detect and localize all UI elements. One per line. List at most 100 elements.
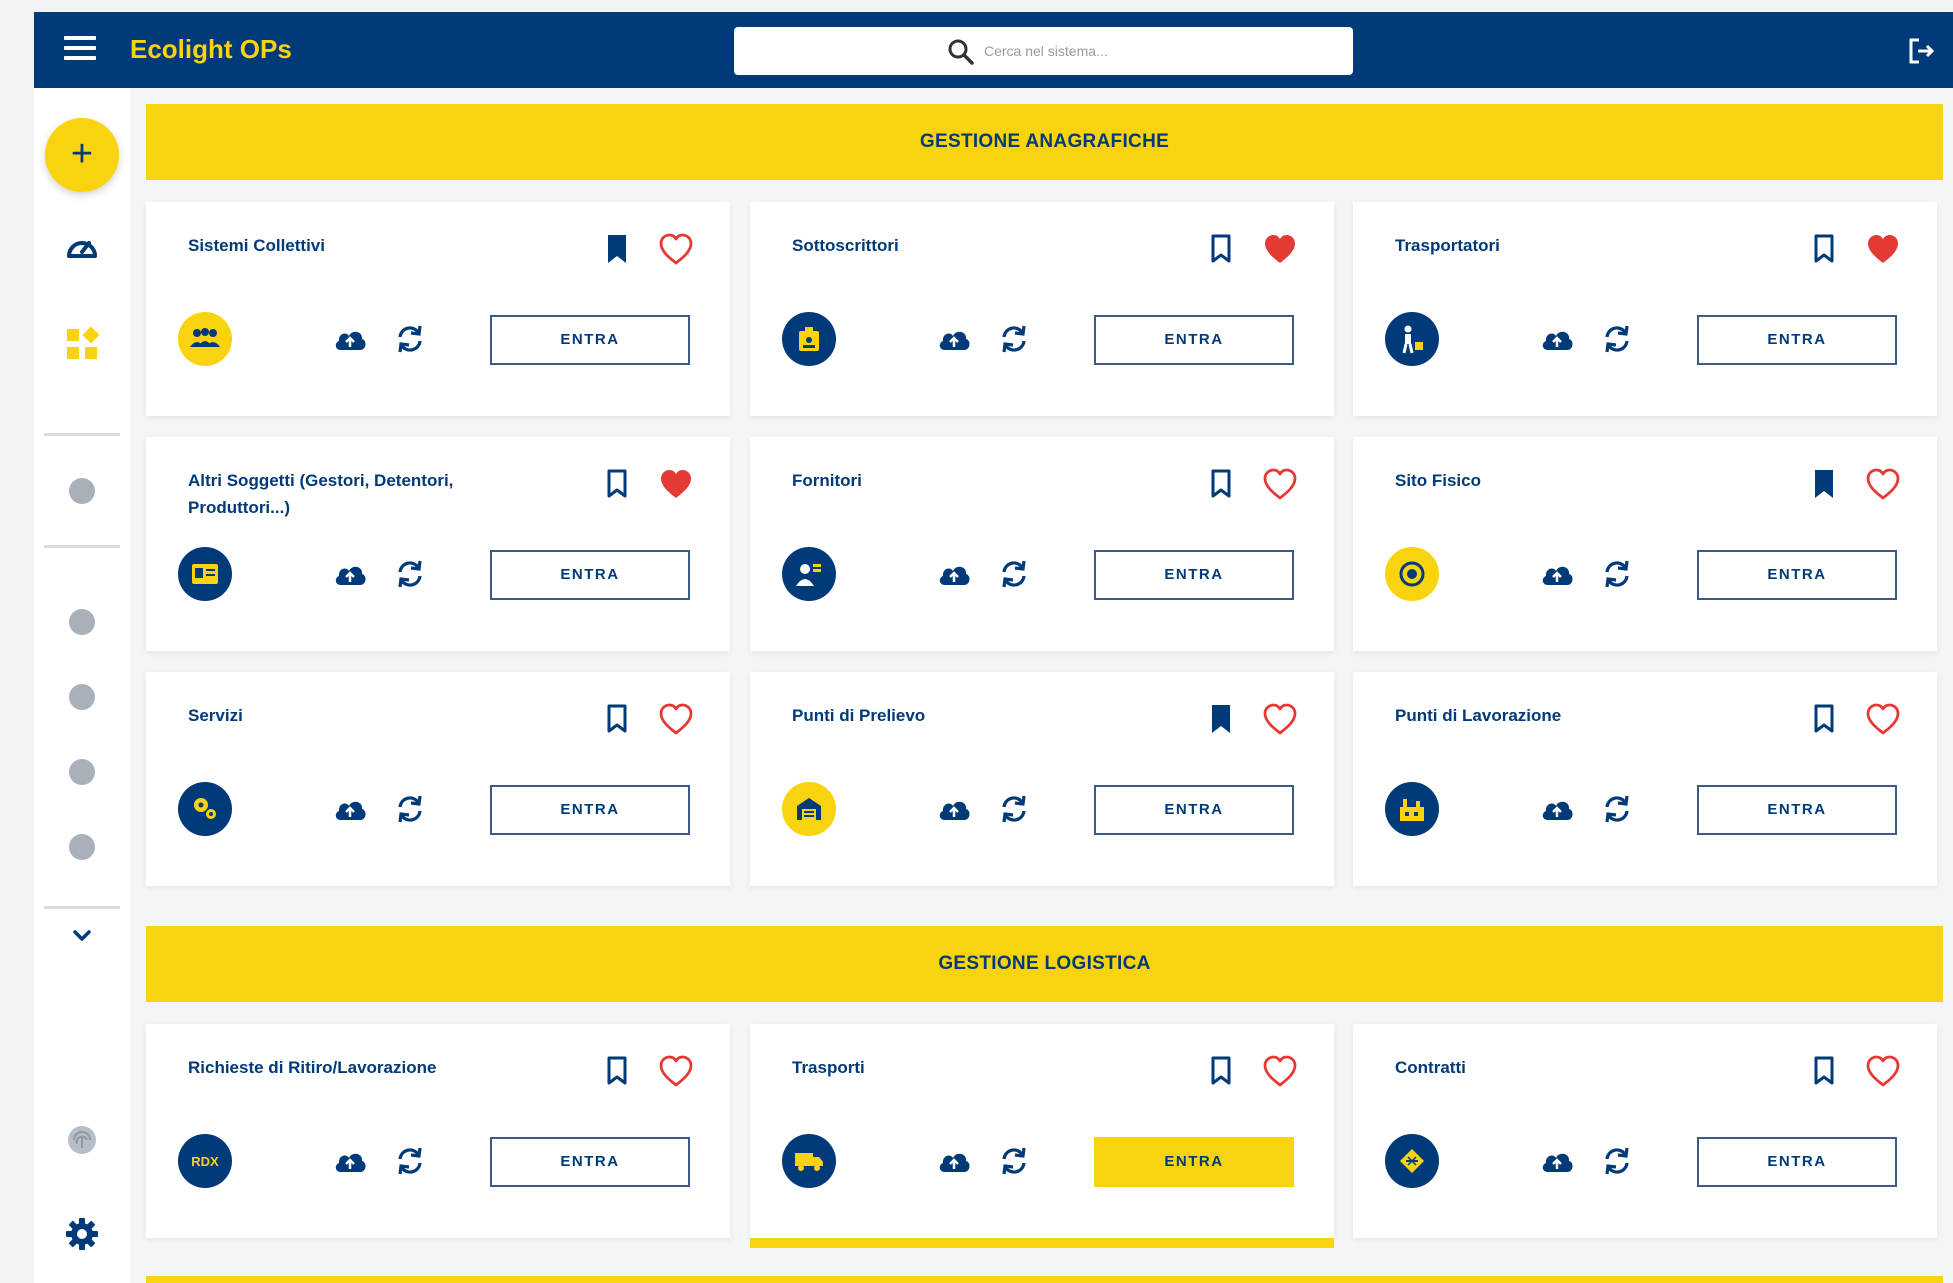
logout-icon[interactable] — [1906, 36, 1936, 66]
rdx-icon: RDX — [178, 1134, 232, 1188]
sync-icon[interactable] — [1601, 322, 1633, 356]
favorite-heart-icon[interactable] — [658, 232, 694, 266]
favorite-heart-icon[interactable] — [658, 467, 694, 501]
person-cart-icon — [1385, 312, 1439, 366]
cloud-upload-icon[interactable] — [936, 1146, 972, 1176]
sidebar-divider — [44, 545, 120, 548]
fingerprint-icon[interactable] — [64, 1122, 100, 1158]
cloud-upload-icon[interactable] — [332, 559, 368, 589]
enter-button[interactable]: ENTRA — [1094, 1137, 1294, 1187]
module-card: Richieste di Ritiro/Lavorazione RDX ENTR… — [146, 1024, 730, 1238]
enter-button[interactable]: ENTRA — [1697, 550, 1897, 600]
next-section-header — [146, 1276, 1943, 1283]
bookmark-icon[interactable] — [602, 467, 632, 501]
hamburger-menu-icon[interactable] — [64, 36, 96, 64]
sidebar-item-placeholder[interactable] — [69, 759, 95, 785]
sync-icon[interactable] — [394, 792, 426, 826]
cloud-upload-icon[interactable] — [1539, 1146, 1575, 1176]
bookmark-icon[interactable] — [602, 702, 632, 736]
sync-icon[interactable] — [394, 322, 426, 356]
enter-button[interactable]: ENTRA — [490, 550, 690, 600]
settings-gear-icon[interactable] — [64, 1216, 100, 1252]
card-title: Richieste di Ritiro/Lavorazione — [188, 1058, 437, 1077]
sidebar-item-placeholder[interactable] — [69, 834, 95, 860]
factory-icon — [1385, 782, 1439, 836]
truck-icon — [782, 1134, 836, 1188]
enter-button[interactable]: ENTRA — [490, 1137, 690, 1187]
sync-icon[interactable] — [1601, 1144, 1633, 1178]
warehouse-icon — [782, 782, 836, 836]
bookmark-icon[interactable] — [1206, 1054, 1236, 1088]
module-card: Punti di Prelievo ENTRA — [750, 672, 1334, 886]
sync-icon[interactable] — [998, 1144, 1030, 1178]
bookmark-icon[interactable] — [1809, 1054, 1839, 1088]
search-icon — [948, 39, 974, 65]
favorite-heart-icon[interactable] — [1865, 467, 1901, 501]
favorite-heart-icon[interactable] — [1865, 702, 1901, 736]
enter-button[interactable]: ENTRA — [1697, 1137, 1897, 1187]
bookmark-icon[interactable] — [1206, 702, 1236, 736]
favorite-heart-icon[interactable] — [1262, 467, 1298, 501]
enter-button[interactable]: ENTRA — [1094, 315, 1294, 365]
module-card: Sistemi Collettivi ENTRA — [146, 202, 730, 416]
enter-button[interactable]: ENTRA — [490, 315, 690, 365]
handshake-icon — [1385, 1134, 1439, 1188]
bookmark-icon[interactable] — [1809, 702, 1839, 736]
group-icon — [178, 312, 232, 366]
favorite-heart-icon[interactable] — [1865, 1054, 1901, 1088]
bookmark-icon[interactable] — [1809, 232, 1839, 266]
cloud-upload-icon[interactable] — [936, 794, 972, 824]
sync-icon[interactable] — [1601, 557, 1633, 591]
card-title: Trasportatori — [1395, 236, 1500, 255]
enter-button[interactable]: ENTRA — [1094, 550, 1294, 600]
card-title: Fornitori — [792, 471, 862, 490]
bookmark-icon[interactable] — [602, 232, 632, 266]
cloud-upload-icon[interactable] — [1539, 794, 1575, 824]
top-bar: Ecolight OPs — [34, 12, 1953, 88]
cloud-upload-icon[interactable] — [332, 1146, 368, 1176]
card-title: Contratti — [1395, 1058, 1466, 1077]
module-card: Sito Fisico ENTRA — [1353, 437, 1937, 651]
sync-icon[interactable] — [998, 322, 1030, 356]
sidebar-item-placeholder[interactable] — [69, 684, 95, 710]
enter-button[interactable]: ENTRA — [490, 785, 690, 835]
cloud-upload-icon[interactable] — [1539, 559, 1575, 589]
sync-icon[interactable] — [998, 792, 1030, 826]
enter-button[interactable]: ENTRA — [1697, 785, 1897, 835]
favorite-heart-icon[interactable] — [1262, 1054, 1298, 1088]
bookmark-icon[interactable] — [602, 1054, 632, 1088]
favorite-heart-icon[interactable] — [1262, 232, 1298, 266]
search-input[interactable] — [984, 35, 1324, 67]
bookmark-icon[interactable] — [1206, 467, 1236, 501]
cloud-upload-icon[interactable] — [332, 324, 368, 354]
sync-icon[interactable] — [1601, 792, 1633, 826]
app-title: Ecolight OPs — [130, 34, 292, 64]
sidebar-item-placeholder[interactable] — [69, 609, 95, 635]
search-bar[interactable] — [734, 27, 1353, 75]
card-title: Sottoscrittori — [792, 236, 899, 255]
favorite-heart-icon[interactable] — [658, 702, 694, 736]
section-header-logistica: GESTIONE LOGISTICA — [146, 926, 1943, 1002]
dashboard-gauge-icon[interactable] — [64, 230, 100, 266]
favorite-heart-icon[interactable] — [658, 1054, 694, 1088]
cloud-upload-icon[interactable] — [936, 559, 972, 589]
add-button[interactable]: + — [45, 118, 119, 192]
favorite-heart-icon[interactable] — [1865, 232, 1901, 266]
cloud-upload-icon[interactable] — [936, 324, 972, 354]
cloud-upload-icon[interactable] — [1539, 324, 1575, 354]
sync-icon[interactable] — [394, 1144, 426, 1178]
grid-apps-icon[interactable] — [64, 326, 100, 362]
enter-button[interactable]: ENTRA — [1697, 315, 1897, 365]
bookmark-icon[interactable] — [1206, 232, 1236, 266]
cloud-upload-icon[interactable] — [332, 794, 368, 824]
sync-icon[interactable] — [394, 557, 426, 591]
chevron-down-icon[interactable] — [64, 918, 100, 954]
enter-button[interactable]: ENTRA — [1094, 785, 1294, 835]
card-title: Trasporti — [792, 1058, 865, 1077]
favorite-heart-icon[interactable] — [1262, 702, 1298, 736]
module-card: Fornitori ENTRA — [750, 437, 1334, 651]
sidebar-item-placeholder[interactable] — [69, 478, 95, 504]
rdx-label: RDX — [191, 1153, 219, 1169]
sync-icon[interactable] — [998, 557, 1030, 591]
bookmark-icon[interactable] — [1809, 467, 1839, 501]
